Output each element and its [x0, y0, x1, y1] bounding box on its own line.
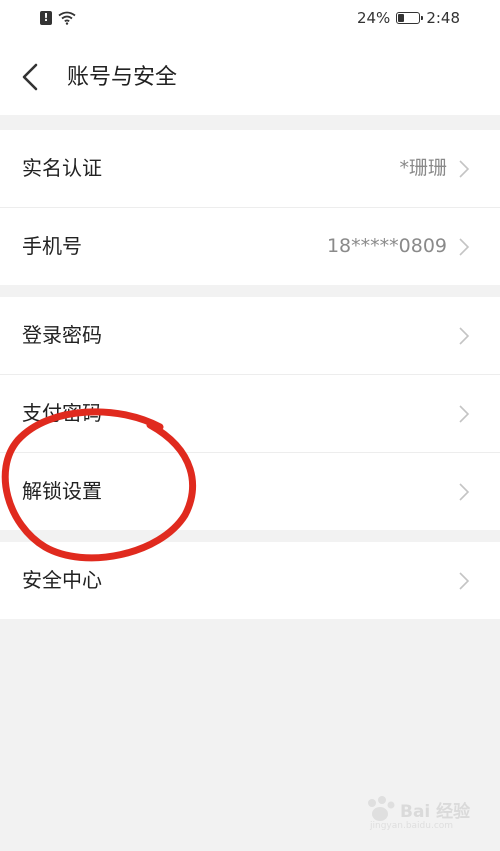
battery-fill: [398, 14, 404, 22]
row-label: 支付密码: [22, 401, 102, 425]
chevron-right-icon: [459, 160, 470, 178]
settings-group-passwords: 登录密码 支付密码 解锁设置: [0, 297, 500, 530]
watermark-url: jingyan.baidu.com: [370, 821, 454, 831]
clock: 2:48: [426, 9, 460, 27]
status-bar: 24% 2:48: [0, 0, 500, 40]
paw-logo-icon: [368, 796, 395, 821]
row-unlock-settings[interactable]: 解锁设置: [0, 453, 500, 530]
row-label: 手机号: [22, 234, 82, 258]
baidu-jingyan-watermark: Bai 经验 jingyan.baidu.com: [362, 795, 482, 835]
status-right: 24% 2:48: [357, 9, 460, 27]
chevron-right-icon: [459, 572, 470, 590]
row-phone-number[interactable]: 手机号 18*****0809: [0, 208, 500, 285]
row-payment-password[interactable]: 支付密码: [0, 375, 500, 453]
settings-group-security-center: 安全中心: [0, 542, 500, 619]
status-left: [40, 10, 76, 26]
navigation-bar: 账号与安全: [0, 40, 500, 115]
alert-icon: [40, 10, 52, 26]
wifi-icon: [58, 11, 76, 25]
row-value: *珊珊: [399, 157, 447, 179]
row-login-password[interactable]: 登录密码: [0, 297, 500, 375]
settings-group-identity: 实名认证 *珊珊 手机号 18*****0809: [0, 130, 500, 285]
watermark-text: Bai 经验: [400, 802, 471, 822]
chevron-right-icon: [459, 405, 470, 423]
row-real-name-verification[interactable]: 实名认证 *珊珊: [0, 130, 500, 208]
row-security-center[interactable]: 安全中心: [0, 542, 500, 619]
battery-icon: [396, 12, 424, 24]
chevron-right-icon: [459, 238, 470, 256]
row-label: 安全中心: [22, 568, 102, 592]
row-label: 登录密码: [22, 323, 102, 347]
row-label: 解锁设置: [22, 479, 102, 503]
battery-percent: 24%: [356, 9, 391, 27]
back-arrow-icon[interactable]: [14, 60, 48, 94]
chevron-right-icon: [459, 327, 470, 345]
row-value: 18*****0809: [326, 235, 447, 257]
chevron-right-icon: [459, 483, 470, 501]
row-label: 实名认证: [22, 156, 102, 180]
page-title: 账号与安全: [67, 65, 178, 90]
